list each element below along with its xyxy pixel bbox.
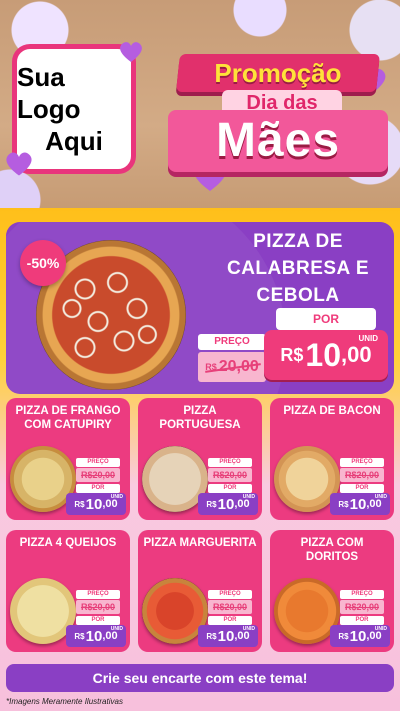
footnote: *Imagens Meramente Ilustrativas [6,697,123,706]
promo-bottom-text: Mães [215,114,341,167]
currency: R$ [280,344,304,365]
currency: R$ [338,499,349,509]
old-price: R$20,00 [208,600,252,614]
product-name: PIZZA DE BACON [283,405,381,417]
old-price: R$20,00 [76,468,120,482]
new-price: UNID R$ 10,00 [198,625,258,647]
preco-label: PREÇO [340,458,384,467]
por-label: POR [208,484,252,493]
preco-label: PREÇO [208,590,252,599]
currency: R$ [74,499,85,509]
unit-label: UNID [374,494,387,500]
new-price: UNID R$ 10,00 [330,625,390,647]
product-card: PIZZA COM DORITOS PREÇO R$20,00 POR UNID… [270,530,394,652]
featured-name: PIZZA DE CALABRESA E CEBOLA [226,231,370,306]
preco-label: PREÇO [208,458,252,467]
product-name: PIZZA MARGUERITA [143,537,257,549]
product-card: PIZZA PORTUGUESA PREÇO R$20,00 POR UNID R… [138,398,262,520]
por-label: POR [340,484,384,493]
price-int: 10 [349,627,367,645]
product-name: PIZZA PORTUGUESA [159,405,241,431]
unit-label: UNID [242,494,255,500]
product-name: PIZZA DE FRANGO COM CATUPIRY [15,405,121,431]
por-label: POR [76,484,120,493]
logo-line-2: Aqui [45,126,103,156]
product-name: PIZZA COM DORITOS [300,537,364,563]
logo-line-1: Sua Logo [17,62,81,124]
featured-preco-label: PREÇO [198,334,266,350]
por-label: POR [76,616,120,625]
price-int: 10 [217,495,235,513]
preco-label: PREÇO [76,458,120,467]
currency: R$ [74,631,85,641]
new-price: UNID R$ 10,00 [66,493,126,515]
featured-por-label: POR [276,308,376,330]
price-int: 10 [305,336,341,373]
old-price-value: 20,00 [218,358,259,375]
heart-icon [4,150,34,178]
preco-label: PREÇO [76,590,120,599]
promo-title: Promoção Dia das Mães [168,42,388,172]
product-card: PIZZA MARGUERITA PREÇO R$20,00 POR UNID R… [138,530,262,652]
unit-label: UNID [110,626,123,632]
por-label: POR [208,616,252,625]
onion-rings [46,250,176,380]
old-price: R$20,00 [340,468,384,482]
price-int: 10 [85,495,103,513]
product-card: PIZZA DE BACON PREÇO R$20,00 POR UNID R$ 1… [270,398,394,520]
featured-old-price: R$ 20,00 [198,352,266,382]
unit-label: UNID [358,334,378,343]
old-price: R$20,00 [76,600,120,614]
preco-label: PREÇO [340,590,384,599]
unit-label: UNID [374,626,387,632]
old-price: R$20,00 [208,468,252,482]
por-label: POR [340,616,384,625]
new-price: UNID R$ 10,00 [330,493,390,515]
product-card: PIZZA 4 QUEIJOS PREÇO R$20,00 POR UNID R$… [6,530,130,652]
currency: R$ [338,631,349,641]
price-int: 10 [85,627,103,645]
featured-new-price: UNID R$ 10 ,00 [264,330,388,380]
new-price: UNID R$ 10,00 [198,493,258,515]
promo-bottom-banner: Mães [168,110,388,172]
old-price: R$20,00 [340,600,384,614]
heart-icon [118,40,144,64]
product-card: PIZZA DE FRANGO COM CATUPIRY PREÇO R$20,… [6,398,130,520]
promo-top-text: Promoção [214,58,342,88]
cta-button[interactable]: Crie seu encarte com este tema! [6,664,394,692]
currency: R$ [206,499,217,509]
new-price: UNID R$ 10,00 [66,625,126,647]
price-int: 10 [217,627,235,645]
unit-label: UNID [110,494,123,500]
promo-top-banner: Promoção [176,54,380,92]
product-name: PIZZA 4 QUEIJOS [19,537,117,549]
unit-label: UNID [242,626,255,632]
discount-badge: -50% [20,240,66,286]
currency: R$ [206,631,217,641]
price-dec: ,00 [341,342,372,367]
price-int: 10 [349,495,367,513]
